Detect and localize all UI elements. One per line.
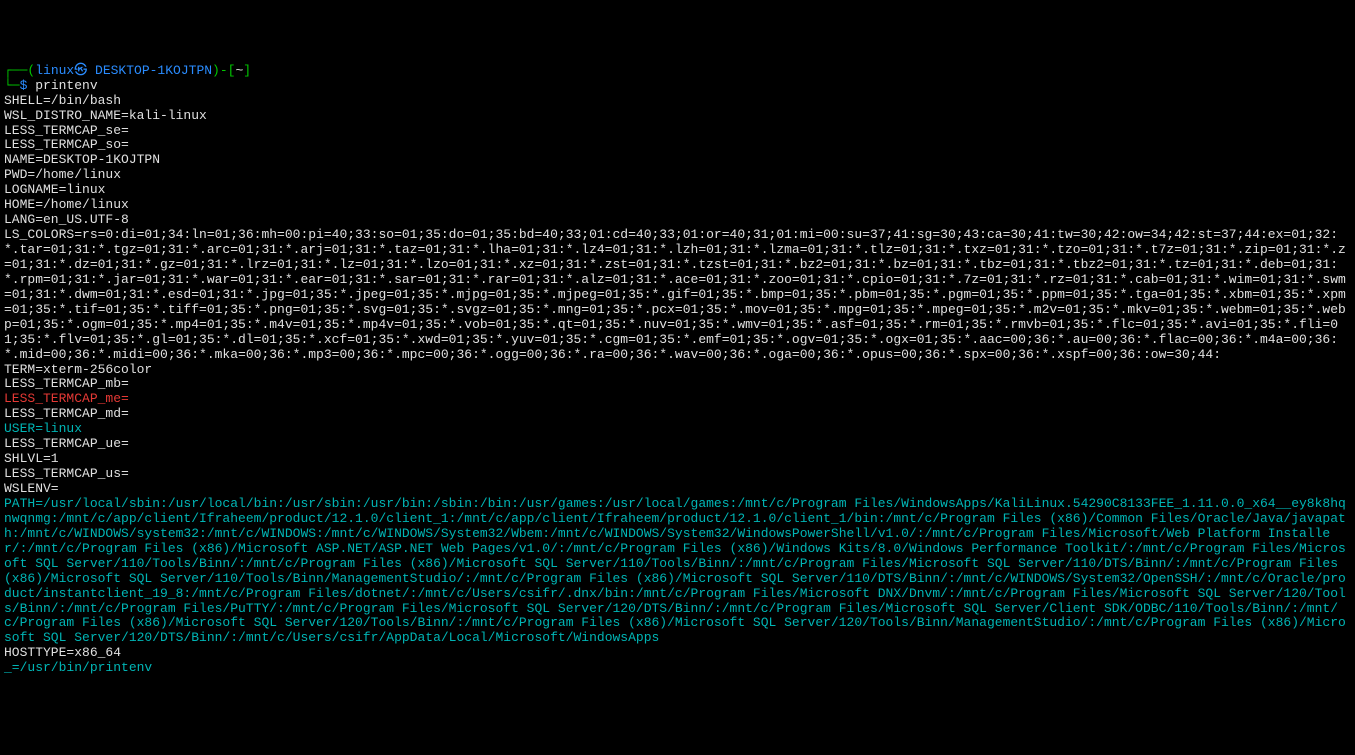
env-wsl-distro-name: WSL_DISTRO_NAME=kali-linux	[4, 109, 1351, 124]
prompt-dollar: $	[20, 78, 36, 93]
env-less-termcap-us: LESS_TERMCAP_us=	[4, 467, 1351, 482]
env-less-termcap-ue: LESS_TERMCAP_ue=	[4, 437, 1351, 452]
prompt-path-close: ]	[243, 63, 251, 78]
env-user: USER=linux	[4, 422, 1351, 437]
prompt-corner-open: ┌──(	[4, 63, 35, 78]
prompt-line-1: ┌──(linux㉿ DESKTOP-1KOJTPN)-[~]	[4, 64, 1351, 79]
env-less-termcap-so: LESS_TERMCAP_so=	[4, 138, 1351, 153]
env-wslenv: WSLENV=	[4, 482, 1351, 497]
env-term: TERM=xterm-256color	[4, 363, 1351, 378]
terminal-output[interactable]: ┌──(linux㉿ DESKTOP-1KOJTPN)-[~]└─$ print…	[4, 64, 1351, 676]
prompt-corner-b: └─	[4, 78, 20, 93]
env-less-termcap-me: LESS_TERMCAP_me=	[4, 392, 1351, 407]
env-shlvl: SHLVL=1	[4, 452, 1351, 467]
env-lang: LANG=en_US.UTF-8	[4, 213, 1351, 228]
env-less-termcap-se: LESS_TERMCAP_se=	[4, 124, 1351, 139]
env-pwd: PWD=/home/linux	[4, 168, 1351, 183]
env-less-termcap-md: LESS_TERMCAP_md=	[4, 407, 1351, 422]
env-logname: LOGNAME=linux	[4, 183, 1351, 198]
command-text: printenv	[35, 78, 97, 93]
prompt-close-path-open: )-[	[212, 63, 235, 78]
env-ls-colors: LS_COLORS=rs=0:di=01;34:ln=01;36:mh=00:p…	[4, 228, 1351, 362]
env-path: PATH=/usr/local/sbin:/usr/local/bin:/usr…	[4, 497, 1351, 646]
env-hosttype: HOSTTYPE=x86_64	[4, 646, 1351, 661]
env-less-termcap-mb: LESS_TERMCAP_mb=	[4, 377, 1351, 392]
env-name: NAME=DESKTOP-1KOJTPN	[4, 153, 1351, 168]
prompt-line-2: └─$ printenv	[4, 79, 1351, 94]
env-shell: SHELL=/bin/bash	[4, 94, 1351, 109]
env-home: HOME=/home/linux	[4, 198, 1351, 213]
prompt-user-host: linux㉿ DESKTOP-1KOJTPN	[35, 63, 212, 78]
env-underscore: _=/usr/bin/printenv	[4, 661, 1351, 676]
